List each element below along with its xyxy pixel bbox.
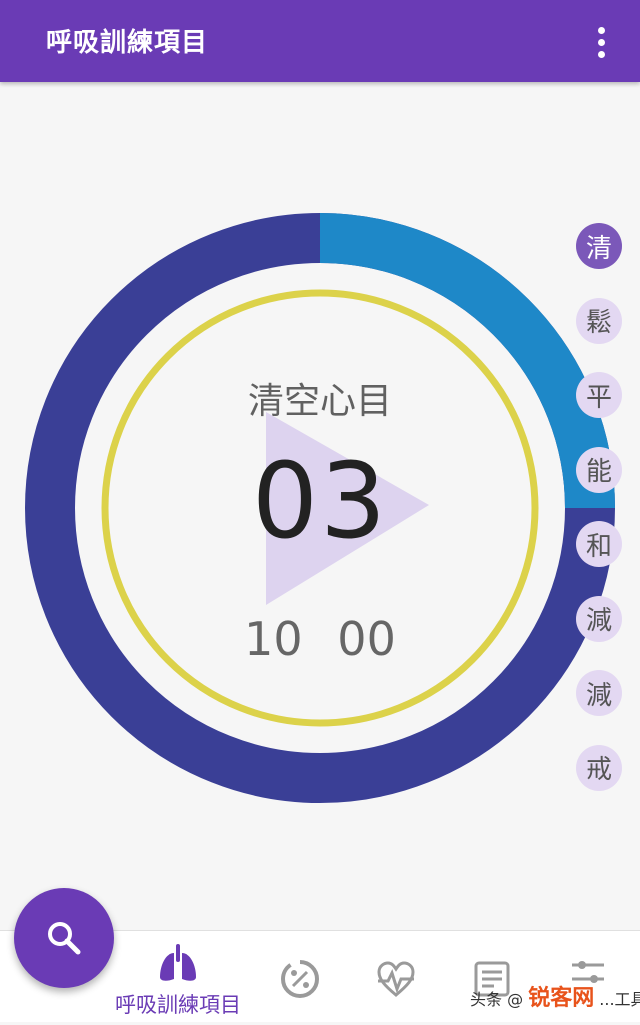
heart-pulse-icon: [377, 961, 415, 997]
timer-readout: 10 00: [244, 612, 396, 666]
exercise-index-item[interactable]: 清: [576, 223, 622, 269]
exercise-index-item[interactable]: 和: [576, 521, 622, 567]
exercise-index-item[interactable]: 減: [576, 595, 622, 642]
exercise-index-item[interactable]: 平: [576, 372, 622, 418]
nav-item-breathing[interactable]: 呼吸訓練項目: [115, 931, 241, 1022]
search-button[interactable]: [14, 888, 114, 988]
exercise-index-item[interactable]: 鬆: [576, 297, 622, 344]
watermark-suffix: ...工具了: [599, 990, 640, 1009]
watermark-brand: 锐客网: [528, 986, 595, 1011]
watermark: 头条 @ 锐客网 ...工具了: [470, 980, 640, 1012]
exercise-name: 清空心目: [247, 381, 392, 422]
exercise-index-item[interactable]: 減: [576, 670, 622, 716]
watermark-prefix: 头条 @: [470, 990, 524, 1009]
lungs-icon: [160, 944, 196, 981]
breath-count: 03: [251, 440, 389, 562]
nav-item-heart[interactable]: [346, 931, 446, 1022]
nav-label-breathing: 呼吸訓練項目: [115, 993, 241, 1017]
nav-item-gauge[interactable]: [250, 931, 350, 1022]
exercise-index-list: 清 鬆 平 能 和 減 減 戒: [576, 223, 626, 819]
percent-gauge-icon: [281, 960, 319, 998]
search-icon: [48, 922, 81, 955]
exercise-index-item[interactable]: 戒: [576, 744, 622, 791]
exercise-index-item[interactable]: 能: [576, 446, 622, 493]
